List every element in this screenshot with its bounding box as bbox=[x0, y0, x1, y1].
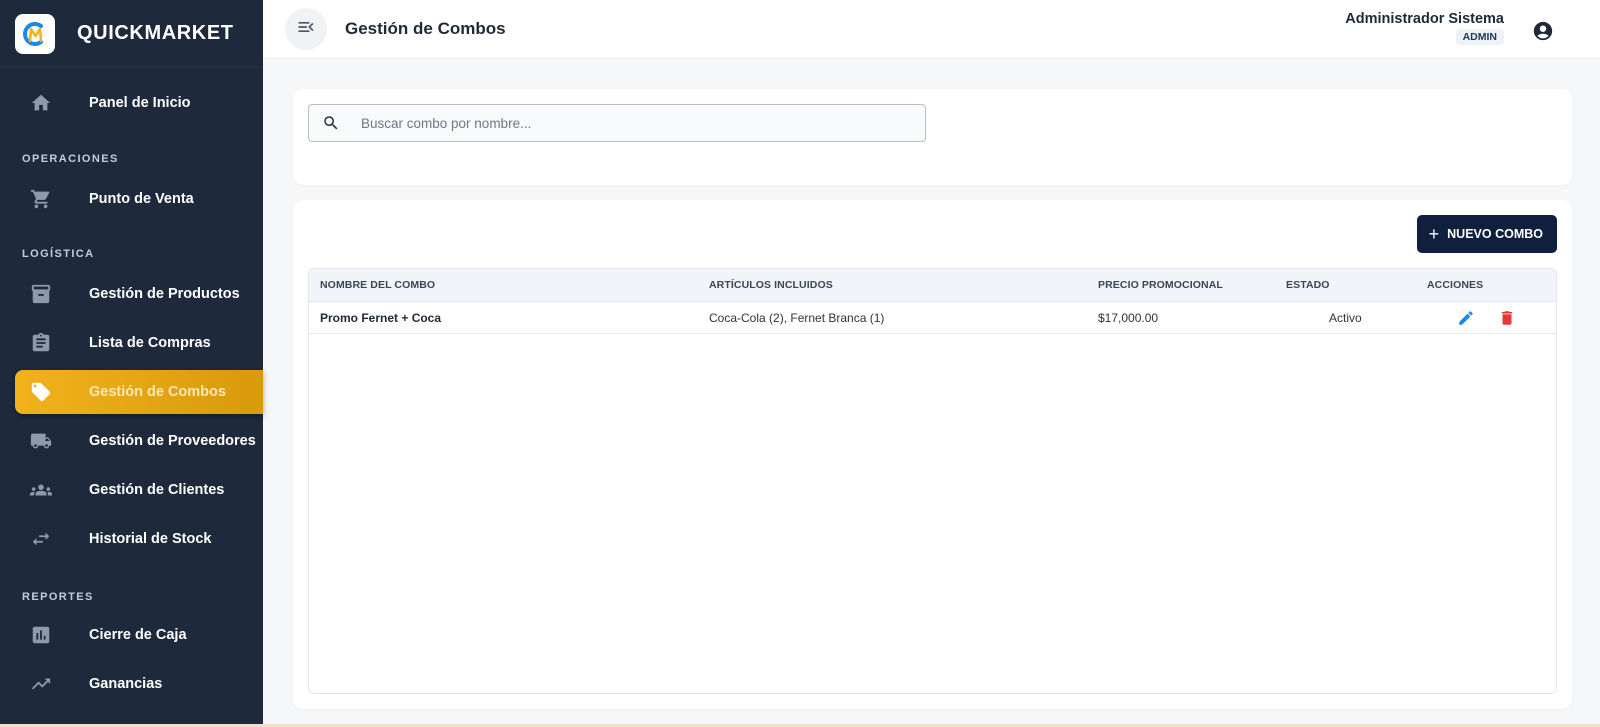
sidebar-item-historial-stock[interactable]: Historial de Stock bbox=[15, 517, 263, 561]
menu-toggle-button[interactable] bbox=[285, 8, 327, 50]
table-header: NOMBRE DEL COMBO ARTÍCULOS INCLUIDOS PRE… bbox=[309, 269, 1556, 302]
cart-icon bbox=[15, 188, 67, 210]
column-header-articulos: ARTÍCULOS INCLUIDOS bbox=[709, 279, 833, 291]
search-icon bbox=[309, 114, 349, 132]
combos-table: NOMBRE DEL COMBO ARTÍCULOS INCLUIDOS PRE… bbox=[308, 268, 1557, 694]
sidebar-item-cierre-caja[interactable]: Cierre de Caja bbox=[15, 613, 263, 657]
delete-icon[interactable] bbox=[1498, 309, 1516, 332]
page-title: Gestión de Combos bbox=[345, 19, 506, 38]
sidebar-item-punto-de-venta[interactable]: Punto de Venta bbox=[15, 177, 263, 221]
combo-status: Activo bbox=[1329, 311, 1362, 325]
sidebar-item-label: Gestión de Productos bbox=[89, 286, 240, 302]
sidebar-item-gestion-clientes[interactable]: Gestión de Clientes bbox=[15, 468, 263, 512]
section-title-operaciones: OPERACIONES bbox=[22, 153, 119, 165]
clipboard-icon bbox=[15, 332, 67, 354]
truck-icon bbox=[15, 430, 67, 452]
column-header-precio: PRECIO PROMOCIONAL bbox=[1098, 279, 1223, 291]
brand: QUICKMARKET bbox=[0, 0, 263, 68]
section-title-reportes: REPORTES bbox=[22, 591, 94, 603]
sidebar-item-label: Gestión de Proveedores bbox=[89, 433, 256, 449]
sidebar-item-label: Gestión de Combos bbox=[89, 384, 226, 400]
sidebar-item-label: Ganancias bbox=[89, 676, 163, 692]
brand-name: QUICKMARKET bbox=[77, 22, 234, 44]
home-icon bbox=[15, 92, 67, 114]
sidebar-item-gestion-proveedores[interactable]: Gestión de Proveedores bbox=[15, 419, 263, 463]
user-name: Administrador Sistema bbox=[1345, 11, 1504, 27]
search-input[interactable] bbox=[361, 115, 901, 131]
combo-name: Promo Fernet + Coca bbox=[320, 311, 442, 325]
sidebar-item-label: Gestión de Clientes bbox=[89, 482, 225, 498]
search-card bbox=[293, 89, 1572, 185]
column-header-estado: ESTADO bbox=[1286, 279, 1330, 291]
search-box[interactable] bbox=[308, 104, 926, 142]
column-header-nombre: NOMBRE DEL COMBO bbox=[320, 279, 436, 291]
sidebar-item-label: Panel de Inicio bbox=[89, 95, 191, 111]
sidebar-item-gestion-productos[interactable]: Gestión de Productos bbox=[15, 272, 263, 316]
sidebar-item-lista-compras[interactable]: Lista de Compras bbox=[15, 321, 263, 365]
sidebar-item-ganancias[interactable]: Ganancias bbox=[15, 662, 263, 706]
sidebar-item-label: Punto de Venta bbox=[89, 191, 194, 207]
section-title-logistica: LOGÍSTICA bbox=[22, 248, 95, 260]
combos-table-card: + NUEVO COMBO NOMBRE DEL COMBO ARTÍCULOS… bbox=[293, 200, 1572, 709]
trending-up-icon bbox=[15, 673, 67, 695]
top-header: Gestión de Combos Administrador Sistema … bbox=[263, 0, 1600, 59]
column-header-acciones: ACCIONES bbox=[1427, 279, 1484, 291]
group-icon bbox=[15, 479, 67, 501]
sidebar: QUICKMARKET Panel de Inicio OPERACIONES … bbox=[0, 0, 263, 724]
sidebar-item-gestion-combos[interactable]: Gestión de Combos bbox=[15, 370, 263, 414]
combo-items: Coca-Cola (2), Fernet Branca (1) bbox=[709, 311, 885, 325]
archive-icon bbox=[15, 283, 67, 305]
edit-icon[interactable] bbox=[1457, 309, 1475, 332]
sidebar-item-label: Historial de Stock bbox=[89, 531, 212, 547]
table-row[interactable]: Promo Fernet + Coca Coca-Cola (2), Ferne… bbox=[309, 302, 1556, 334]
plus-icon: + bbox=[1428, 224, 1440, 244]
sidebar-item-label: Lista de Compras bbox=[89, 335, 211, 351]
swap-arrows-icon bbox=[15, 528, 67, 550]
menu-collapse-icon bbox=[296, 17, 316, 42]
role-badge: ADMIN bbox=[1455, 29, 1504, 45]
bar-chart-icon bbox=[15, 624, 67, 646]
new-combo-label: NUEVO COMBO bbox=[1447, 227, 1543, 241]
tag-icon bbox=[15, 381, 67, 403]
account-circle-icon[interactable] bbox=[1532, 20, 1554, 47]
sidebar-item-panel-inicio[interactable]: Panel de Inicio bbox=[15, 81, 263, 125]
sidebar-item-label: Cierre de Caja bbox=[89, 627, 187, 643]
new-combo-button[interactable]: + NUEVO COMBO bbox=[1416, 215, 1557, 253]
combo-price: $17,000.00 bbox=[1098, 311, 1159, 325]
logo bbox=[15, 13, 55, 54]
